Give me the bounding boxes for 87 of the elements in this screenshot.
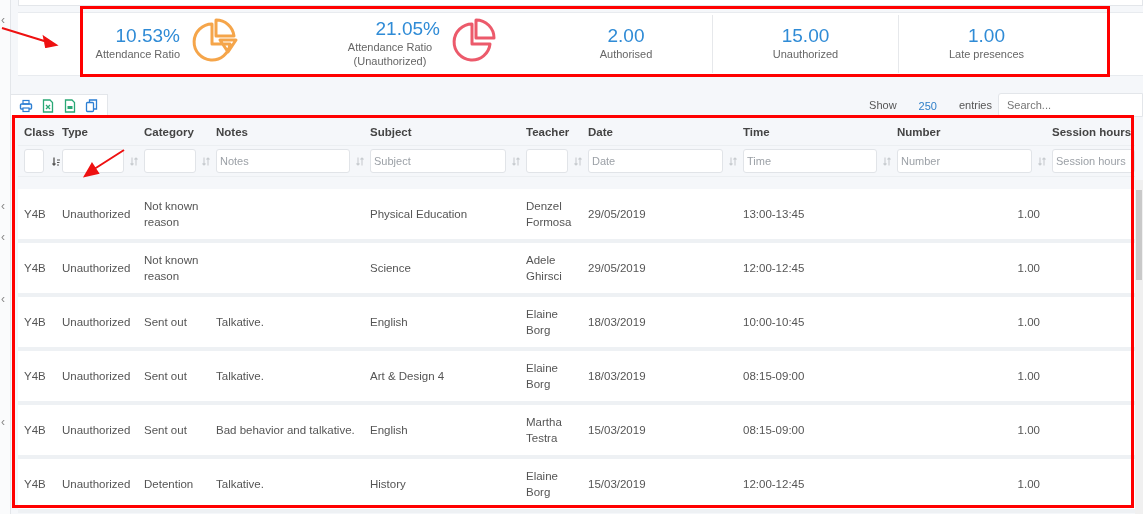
column-header[interactable]: Time <box>743 125 770 139</box>
column-header[interactable]: Notes <box>216 125 248 139</box>
table-cell: Y4B <box>24 208 46 221</box>
stat-value: 1.00 <box>967 26 1006 48</box>
table-cell: 29/05/2019 <box>588 208 646 221</box>
filter-field[interactable]: Session hours <box>1052 149 1135 174</box>
table-cell: 08:15-09:00 <box>743 424 805 437</box>
table-cell: English <box>370 424 408 437</box>
table-cell: 15/03/2019 <box>588 478 646 491</box>
table-cell: 1.00 <box>1017 478 1040 491</box>
table-cell: 1.00 <box>1017 370 1040 383</box>
table-cell: Denzel Formosa <box>526 200 572 229</box>
table-cell: Talkative. <box>216 478 264 491</box>
table-cell: Unauthorized <box>62 424 131 437</box>
table-cell: 12:00-12:45 <box>743 262 805 275</box>
table-cell: Science <box>370 262 411 275</box>
table-cell: Unauthorized <box>62 478 131 491</box>
filter-field[interactable]: Time <box>743 149 877 174</box>
table-cell: 1.00 <box>1017 424 1040 437</box>
stat-label: Attendance Ratio <box>94 47 180 62</box>
table-cell: English <box>370 316 408 329</box>
table-cell: Unauthorized <box>62 316 131 329</box>
table-cell: History <box>370 478 406 491</box>
collapse-handle[interactable]: ‹ <box>1 416 5 428</box>
stat-label: Late presences <box>947 47 1026 62</box>
table-cell: Elaine Borg <box>526 308 558 337</box>
table-cell: 18/03/2019 <box>588 370 646 383</box>
page-length-select[interactable]: 250 <box>918 97 937 115</box>
collapse-handle[interactable]: ‹ <box>1 293 5 305</box>
table-cell: Unauthorized <box>62 370 131 383</box>
table-cell: 1.00 <box>1017 262 1040 275</box>
table-cell: 12:00-12:45 <box>743 478 805 491</box>
collapse-handle[interactable]: ‹ <box>1 200 5 212</box>
stat-value: 2.00 <box>606 26 646 48</box>
entries-label: Show <box>869 97 897 113</box>
filter-field[interactable]: Date <box>588 149 723 174</box>
table-cell: Sent out <box>144 316 187 329</box>
search-field[interactable]: Search... <box>998 93 1143 117</box>
table-cell: Art & Design 4 <box>370 370 445 383</box>
table-cell: 10:00-10:45 <box>743 316 805 329</box>
collapse-handle[interactable]: ‹ <box>1 14 5 26</box>
table-cell: Talkative. <box>216 370 264 383</box>
table-cell: Bad behavior and talkative. <box>216 424 355 437</box>
table-cell: Y4B <box>24 478 46 491</box>
table-cell: 1.00 <box>1017 208 1040 221</box>
column-header[interactable]: Teacher <box>526 125 570 139</box>
stat-value: 10.53% <box>114 26 180 48</box>
column-header[interactable]: Number <box>897 125 941 139</box>
table-cell: Unauthorized <box>62 262 131 275</box>
stat-label: Authorised <box>598 47 654 62</box>
stat-value: 15.00 <box>780 26 831 48</box>
table-cell: 13:00-13:45 <box>743 208 805 221</box>
entries-label: entries <box>958 97 992 113</box>
table-cell: 15/03/2019 <box>588 424 646 437</box>
column-header[interactable]: Session hours <box>1052 125 1132 139</box>
stat-label: Attendance Ratio (Unauthorized) <box>346 40 434 69</box>
table-cell: Not known reason <box>144 254 199 283</box>
column-header[interactable]: Class <box>24 125 55 139</box>
filter-field[interactable]: Subject <box>370 149 506 174</box>
table-cell: Martha Testra <box>526 416 562 445</box>
table-cell: Y4B <box>24 370 46 383</box>
table-cell: Detention <box>144 478 194 491</box>
table-cell: Talkative. <box>216 316 264 329</box>
table-cell: Elaine Borg <box>526 362 558 391</box>
table-cell: Adele Ghirsci <box>526 254 562 283</box>
table-cell: 08:15-09:00 <box>743 370 805 383</box>
table-cell: 29/05/2019 <box>588 262 646 275</box>
column-header[interactable]: Type <box>62 125 88 139</box>
table-cell: 18/03/2019 <box>588 316 646 329</box>
stat-value: 21.05% <box>374 19 440 41</box>
table-cell: Sent out <box>144 370 187 383</box>
table-cell: Y4B <box>24 262 46 275</box>
table-cell: Unauthorized <box>62 208 131 221</box>
collapse-handle[interactable]: ‹ <box>1 231 5 243</box>
column-header[interactable]: Date <box>588 125 613 139</box>
stat-label: Unauthorized <box>771 47 840 62</box>
table-cell: Elaine Borg <box>526 470 558 499</box>
table-cell: Sent out <box>144 424 187 437</box>
table-cell: Physical Education <box>370 208 468 221</box>
filter-field[interactable]: Notes <box>216 149 350 174</box>
table-cell: Y4B <box>24 424 46 437</box>
column-header[interactable]: Subject <box>370 125 412 139</box>
table-cell: 1.00 <box>1017 316 1040 329</box>
table-cell: Y4B <box>24 316 46 329</box>
column-header[interactable]: Category <box>144 125 194 139</box>
filter-field[interactable]: Number <box>897 149 1032 174</box>
table-cell: Not known reason <box>144 200 199 229</box>
